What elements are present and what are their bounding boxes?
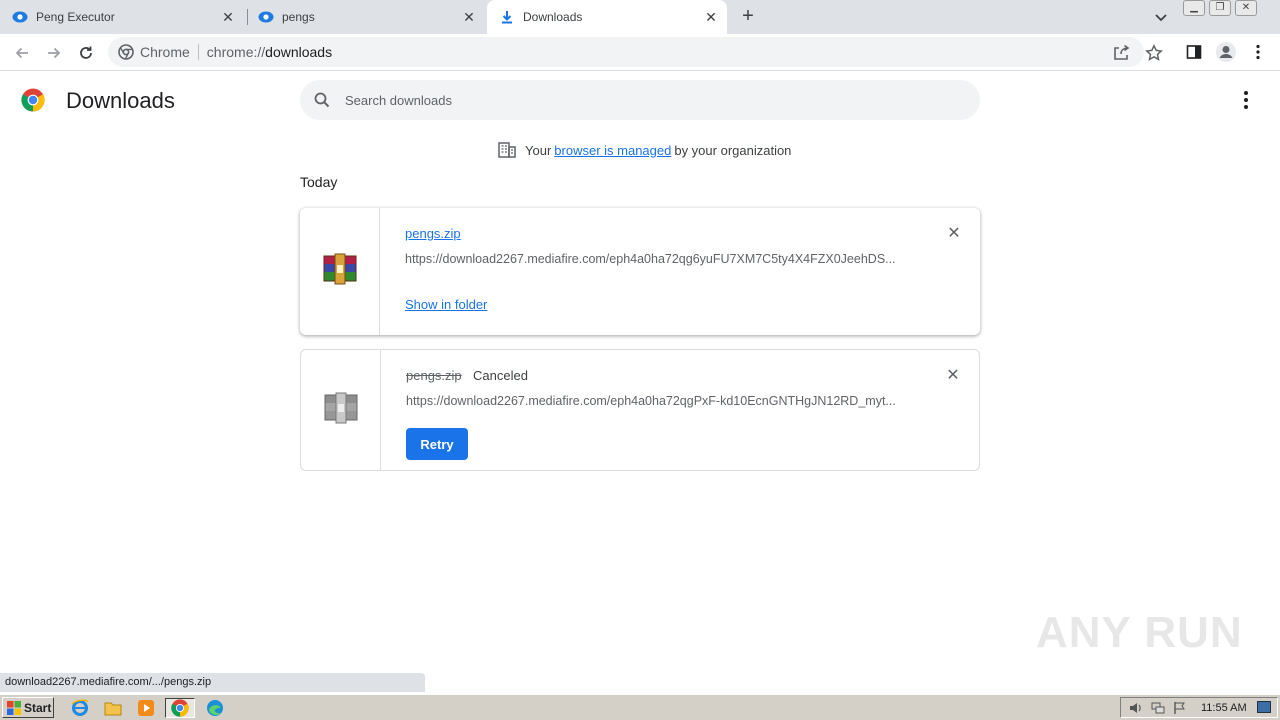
- chrome-site-icon: [118, 44, 134, 60]
- search-downloads-box[interactable]: [300, 80, 980, 120]
- file-icon-column: [300, 208, 380, 335]
- archive-file-icon: [323, 253, 357, 290]
- omnibox-divider: [197, 44, 199, 60]
- managed-notice: Your browser is managed by your organiza…: [498, 142, 791, 158]
- download-filename: pengs.zip: [406, 368, 462, 383]
- file-explorer-icon[interactable]: [103, 698, 123, 718]
- download-item: pengs.zip https://download2267.mediafire…: [300, 208, 980, 335]
- back-arrow-icon: [15, 47, 28, 59]
- tab-title: Downloads: [523, 10, 583, 24]
- search-input[interactable]: [345, 92, 945, 108]
- forward-arrow-icon: [48, 47, 61, 59]
- address-bar[interactable]: Chrome chrome://downloads: [108, 37, 1163, 67]
- link-status-bubble: download2267.mediafire.com/.../pengs.zip: [0, 673, 425, 692]
- close-window-button[interactable]: ✕: [1235, 0, 1257, 16]
- forward-button[interactable]: [42, 41, 66, 65]
- reload-icon: [80, 46, 92, 59]
- tab-strip: Peng Executor ✕ pengs ✕ Downloads ✕ + ▁ …: [0, 0, 1280, 34]
- remove-download-close-icon[interactable]: ✕: [946, 226, 962, 242]
- edge-icon[interactable]: [205, 698, 225, 718]
- action-center-flag-icon[interactable]: [1173, 701, 1187, 715]
- managed-suffix: by your organization: [674, 142, 792, 158]
- tab-search-chevron-icon[interactable]: [1152, 8, 1170, 26]
- search-icon: [313, 91, 331, 109]
- browser-toolbar: Chrome chrome://downloads: [0, 34, 1280, 71]
- bookmark-star-icon[interactable]: [1145, 44, 1163, 62]
- file-icon-column: [301, 350, 381, 470]
- restore-button[interactable]: ❐: [1209, 0, 1231, 16]
- new-tab-button[interactable]: +: [737, 6, 759, 28]
- window-controls: ▁ ❐ ✕: [1183, 0, 1257, 18]
- tab-pengs[interactable]: pengs ✕: [250, 0, 485, 34]
- chrome-logo-icon: [21, 88, 45, 112]
- show-desktop-icon[interactable]: [1256, 700, 1271, 715]
- download-filename-link[interactable]: pengs.zip: [405, 226, 461, 241]
- side-panel-icon[interactable]: [1183, 41, 1205, 63]
- close-tab-icon[interactable]: ✕: [220, 9, 236, 25]
- site-info[interactable]: Chrome: [118, 44, 190, 60]
- site-label: Chrome: [140, 44, 190, 60]
- tab-separator: [247, 9, 248, 25]
- building-icon: [498, 142, 516, 158]
- media-player-icon[interactable]: [136, 698, 156, 718]
- page-title: Downloads: [66, 88, 175, 113]
- downloads-header: Downloads: [0, 72, 1280, 130]
- tab-downloads[interactable]: Downloads ✕: [487, 0, 727, 34]
- download-icon: [499, 9, 515, 25]
- back-button[interactable]: [10, 41, 34, 65]
- show-in-folder-link[interactable]: Show in folder: [405, 297, 487, 312]
- close-tab-icon[interactable]: ✕: [703, 9, 719, 25]
- site-favicon-icon: [12, 9, 28, 25]
- tab-peng-executor[interactable]: Peng Executor ✕: [12, 0, 244, 34]
- anyrun-watermark-logo: ANY RUN: [1036, 608, 1243, 657]
- windows-taskbar: Start 11:55 AM: [0, 694, 1280, 720]
- browser-managed-link[interactable]: browser is managed: [554, 143, 671, 158]
- volume-icon[interactable]: [1129, 701, 1143, 715]
- download-status: Canceled: [473, 368, 528, 383]
- url-text: chrome://downloads: [206, 44, 333, 60]
- profile-avatar-icon[interactable]: [1215, 41, 1237, 63]
- chrome-menu-button[interactable]: [1247, 41, 1269, 63]
- taskbar-clock[interactable]: 11:55 AM: [1201, 702, 1247, 714]
- internet-explorer-icon[interactable]: [70, 698, 90, 718]
- network-icon[interactable]: [1151, 701, 1165, 715]
- downloads-more-actions-button[interactable]: [1236, 90, 1256, 110]
- windows-flag-icon: [7, 700, 21, 715]
- minimize-button[interactable]: ▁: [1183, 0, 1205, 16]
- share-icon[interactable]: [1112, 44, 1130, 62]
- start-button[interactable]: Start: [2, 697, 54, 718]
- download-item: pengs.zip Canceled https://download2267.…: [300, 349, 980, 471]
- reload-button[interactable]: [74, 41, 98, 65]
- remove-download-close-icon[interactable]: ✕: [945, 368, 961, 384]
- managed-prefix: Your: [525, 142, 552, 158]
- start-label: Start: [24, 700, 52, 715]
- download-source-url[interactable]: https://download2267.mediafire.com/eph4a…: [405, 252, 900, 266]
- tab-title: Peng Executor: [36, 10, 115, 24]
- date-header: Today: [300, 174, 338, 190]
- close-tab-icon[interactable]: ✕: [461, 9, 477, 25]
- system-tray: 11:55 AM: [1120, 697, 1278, 718]
- tab-title: pengs: [282, 10, 315, 24]
- chrome-taskbar-icon[interactable]: [165, 698, 195, 718]
- retry-button[interactable]: Retry: [406, 428, 468, 460]
- site-favicon-icon: [258, 9, 274, 25]
- download-source-url[interactable]: https://download2267.mediafire.com/eph4a…: [406, 394, 901, 408]
- archive-file-icon: [324, 392, 358, 429]
